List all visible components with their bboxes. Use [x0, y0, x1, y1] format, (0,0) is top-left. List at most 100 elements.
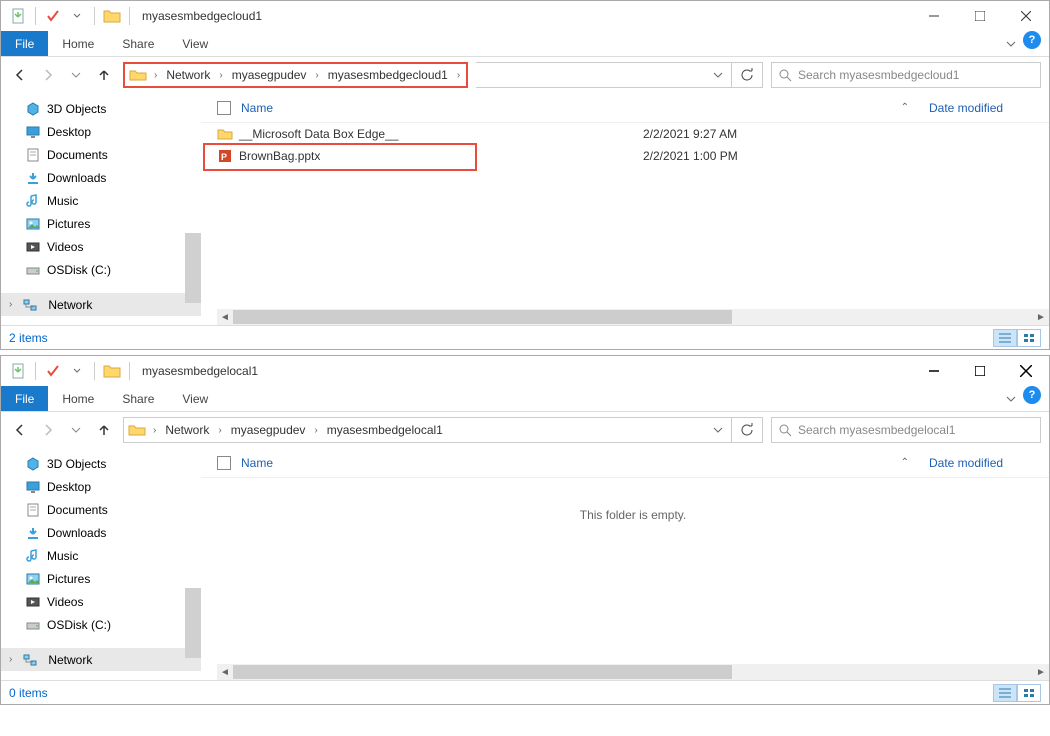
breadcrumb-chevron-icon[interactable]: ›	[149, 70, 162, 81]
sidebar-item-music[interactable]: Music	[1, 189, 201, 212]
sidebar[interactable]: 3D Objects Desktop Documents Downloads M…	[1, 93, 201, 325]
sidebar-item-3d-objects[interactable]: 3D Objects	[1, 452, 201, 475]
drive-icon	[25, 617, 41, 633]
column-date[interactable]: Date modified	[929, 101, 1049, 115]
view-tab[interactable]: View	[168, 386, 222, 411]
table-row[interactable]: __Microsoft Data Box Edge__ 2/2/2021 9:2…	[217, 123, 1049, 145]
breadcrumb-share[interactable]: myasesmbedgecloud1	[324, 66, 452, 84]
sidebar-item-documents[interactable]: Documents	[1, 143, 201, 166]
refresh-button[interactable]	[731, 63, 762, 87]
breadcrumb-host[interactable]: myasegpudev	[227, 421, 310, 439]
empty-folder-message: This folder is empty.	[217, 478, 1049, 522]
breadcrumb-share[interactable]: myasesmbedgelocal1	[323, 421, 447, 439]
back-button[interactable]	[9, 64, 31, 86]
sidebar-item-documents[interactable]: Documents	[1, 498, 201, 521]
icons-view-button[interactable]	[1017, 329, 1041, 347]
file-tab[interactable]: File	[1, 31, 48, 56]
sidebar-item-videos[interactable]: Videos	[1, 590, 201, 613]
up-button[interactable]	[93, 419, 115, 441]
maximize-button[interactable]	[957, 356, 1003, 386]
sidebar-item-videos[interactable]: Videos	[1, 235, 201, 258]
pictures-icon	[25, 571, 41, 587]
details-view-button[interactable]	[993, 684, 1017, 702]
sidebar-item-osdisk[interactable]: OSDisk (C:)	[1, 258, 201, 281]
properties-icon[interactable]	[42, 5, 64, 27]
close-button[interactable]	[1003, 1, 1049, 31]
recent-dropdown[interactable]	[65, 419, 87, 441]
view-tab[interactable]: View	[168, 31, 222, 56]
column-name[interactable]: Name	[241, 101, 621, 115]
scroll-left-icon[interactable]: ◄	[217, 312, 233, 323]
scrollbar-thumb[interactable]	[185, 233, 201, 303]
search-input[interactable]: Search myasesmbedgecloud1	[771, 62, 1041, 88]
sidebar-item-downloads[interactable]: Downloads	[1, 521, 201, 544]
history-dropdown-icon[interactable]	[705, 70, 731, 80]
breadcrumb-chevron-icon[interactable]: ›	[214, 70, 227, 81]
share-tab[interactable]: Share	[108, 31, 168, 56]
titlebar[interactable]: myasesmbedgelocal1	[1, 356, 1049, 386]
help-icon[interactable]: ?	[1023, 386, 1041, 404]
properties-icon[interactable]	[42, 360, 64, 382]
scroll-left-icon[interactable]: ◄	[217, 667, 233, 678]
share-tab[interactable]: Share	[108, 386, 168, 411]
home-tab[interactable]: Home	[48, 31, 108, 56]
details-view-button[interactable]	[993, 329, 1017, 347]
qat-dropdown-icon[interactable]	[66, 360, 88, 382]
sidebar-item-desktop[interactable]: Desktop	[1, 120, 201, 143]
forward-button[interactable]	[37, 64, 59, 86]
minimize-button[interactable]	[911, 356, 957, 386]
sidebar-item-network[interactable]: ›Network	[1, 648, 201, 671]
breadcrumb-chevron-icon[interactable]: ›	[309, 425, 322, 436]
sidebar-item-desktop[interactable]: Desktop	[1, 475, 201, 498]
home-tab[interactable]: Home	[48, 386, 108, 411]
breadcrumb-bar[interactable]: › Network › myasegpudev › myasesmbedgelo…	[123, 417, 763, 443]
ribbon-chevron-icon[interactable]	[999, 386, 1023, 411]
titlebar[interactable]: myasesmbedgecloud1	[1, 1, 1049, 31]
up-button[interactable]	[93, 64, 115, 86]
scrollbar-thumb[interactable]	[185, 588, 201, 658]
breadcrumb-host[interactable]: myasegpudev	[228, 66, 311, 84]
breadcrumb-chevron-icon[interactable]: ›	[452, 70, 465, 81]
folder-icon	[101, 5, 123, 27]
select-all-checkbox[interactable]	[217, 456, 231, 470]
minimize-button[interactable]	[911, 1, 957, 31]
forward-button[interactable]	[37, 419, 59, 441]
scrollbar-thumb[interactable]	[233, 310, 732, 324]
sidebar-item-pictures[interactable]: Pictures	[1, 212, 201, 235]
scroll-right-icon[interactable]: ►	[1033, 667, 1049, 678]
maximize-button[interactable]	[957, 1, 1003, 31]
breadcrumb-network[interactable]: Network	[161, 421, 213, 439]
breadcrumb-network[interactable]: Network	[162, 66, 214, 84]
breadcrumb-bar[interactable]: › Network › myasegpudev › myasesmbedgecl…	[123, 62, 468, 88]
sidebar-item-downloads[interactable]: Downloads	[1, 166, 201, 189]
sidebar-item-3d-objects[interactable]: 3D Objects	[1, 97, 201, 120]
breadcrumb-chevron-icon[interactable]: ›	[148, 425, 161, 436]
horizontal-scrollbar[interactable]: ◄ ►	[217, 664, 1049, 680]
sidebar[interactable]: 3D Objects Desktop Documents Downloads M…	[1, 448, 201, 680]
column-date[interactable]: Date modified	[929, 456, 1049, 470]
sidebar-item-network[interactable]: ›Network	[1, 293, 201, 316]
icons-view-button[interactable]	[1017, 684, 1041, 702]
qat-dropdown-icon[interactable]	[66, 5, 88, 27]
back-button[interactable]	[9, 419, 31, 441]
breadcrumb-chevron-icon[interactable]: ›	[213, 425, 226, 436]
scrollbar-thumb[interactable]	[233, 665, 732, 679]
history-dropdown-icon[interactable]	[705, 425, 731, 435]
refresh-button[interactable]	[731, 418, 762, 442]
ribbon-chevron-icon[interactable]	[999, 31, 1023, 56]
help-icon[interactable]: ?	[1023, 31, 1041, 49]
scroll-right-icon[interactable]: ►	[1033, 312, 1049, 323]
breadcrumb-chevron-icon[interactable]: ›	[310, 70, 323, 81]
file-tab[interactable]: File	[1, 386, 48, 411]
svg-text:P: P	[221, 152, 227, 162]
column-name[interactable]: Name	[241, 456, 621, 470]
sidebar-item-music[interactable]: Music	[1, 544, 201, 567]
recent-dropdown[interactable]	[65, 64, 87, 86]
select-all-checkbox[interactable]	[217, 101, 231, 115]
table-row[interactable]: P BrownBag.pptx 2/2/2021 1:00 PM	[217, 145, 1049, 167]
close-button[interactable]	[1003, 356, 1049, 386]
horizontal-scrollbar[interactable]: ◄ ►	[217, 309, 1049, 325]
sidebar-item-osdisk[interactable]: OSDisk (C:)	[1, 613, 201, 636]
sidebar-item-pictures[interactable]: Pictures	[1, 567, 201, 590]
search-input[interactable]: Search myasesmbedgelocal1	[771, 417, 1041, 443]
